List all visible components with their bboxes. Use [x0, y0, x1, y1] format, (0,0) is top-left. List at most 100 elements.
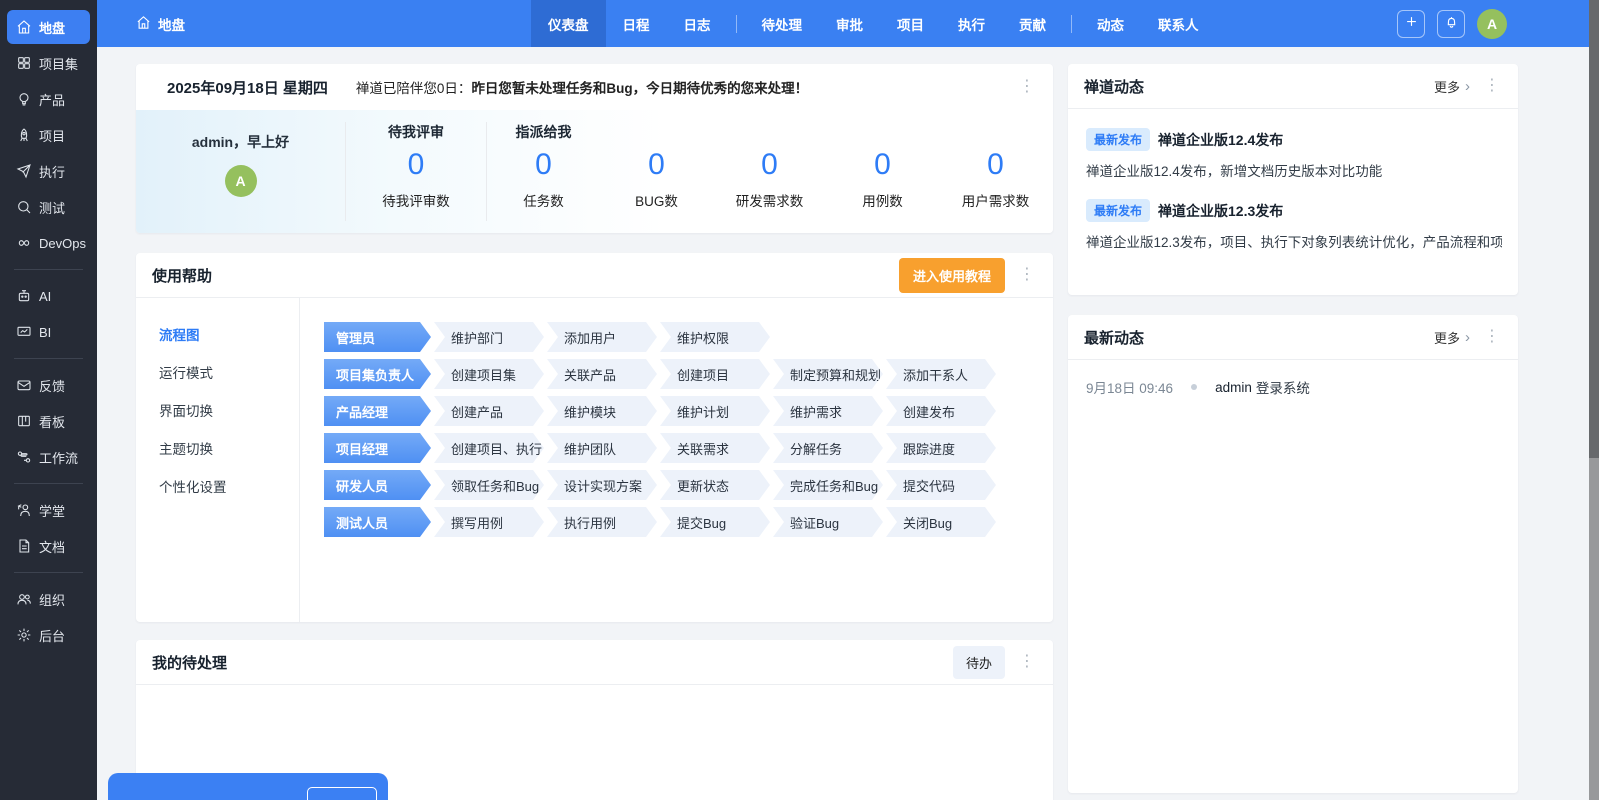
- nav-tab-执行[interactable]: 执行: [941, 0, 1002, 47]
- news-item-title[interactable]: 禅道企业版12.3发布: [1158, 203, 1283, 219]
- nav-tab-审批[interactable]: 审批: [819, 0, 880, 47]
- stat-label: 研发需求数: [713, 190, 826, 210]
- stat-value[interactable]: 0: [487, 148, 600, 182]
- sidebar-item-项目集[interactable]: 项目集: [7, 46, 90, 80]
- help-tab-界面切换[interactable]: 界面切换: [159, 400, 299, 420]
- sidebar-item-后台[interactable]: 后台: [7, 618, 90, 652]
- workflow-step[interactable]: 创建产品: [434, 396, 544, 426]
- role-arrow-研发人员: 研发人员: [324, 470, 431, 500]
- scrollbar-thumb[interactable]: [1589, 0, 1599, 458]
- workflow-step[interactable]: 制定预算和规划: [773, 359, 883, 389]
- add-button[interactable]: [1397, 10, 1425, 38]
- search-icon: [16, 199, 32, 215]
- sidebar-item-反馈[interactable]: 反馈: [7, 368, 90, 402]
- workflow-step[interactable]: 关联需求: [660, 433, 770, 463]
- welcome-menu-button[interactable]: ⋮: [1017, 79, 1037, 95]
- sidebar-item-label: 地盘: [39, 18, 65, 37]
- sidebar-item-DevOps[interactable]: DevOps: [7, 226, 90, 260]
- workflow-step[interactable]: 维护需求: [773, 396, 883, 426]
- workflow-step[interactable]: 维护权限: [660, 322, 770, 352]
- sidebar-item-label: 看板: [39, 412, 65, 431]
- workflow-step[interactable]: 维护模块: [547, 396, 657, 426]
- sidebar-item-文档[interactable]: 文档: [7, 529, 90, 563]
- sidebar-item-执行[interactable]: 执行: [7, 154, 90, 188]
- stat-value[interactable]: 0: [600, 148, 713, 182]
- toast-action-button[interactable]: [307, 787, 377, 800]
- navbar-brand[interactable]: 地盘: [136, 14, 185, 34]
- nav-tab-仪表盘[interactable]: 仪表盘: [531, 0, 606, 47]
- sidebar-item-看板[interactable]: 看板: [7, 404, 90, 438]
- workflow-step[interactable]: 添加用户: [547, 322, 657, 352]
- sidebar-item-产品[interactable]: 产品: [7, 82, 90, 116]
- workflow-step[interactable]: 验证Bug: [773, 507, 883, 537]
- workflow-step[interactable]: 提交代码: [886, 470, 996, 500]
- workflow-step[interactable]: 创建项目集: [434, 359, 544, 389]
- workflow-step[interactable]: 维护团队: [547, 433, 657, 463]
- help-tab-运行模式[interactable]: 运行模式: [159, 362, 299, 382]
- help-tab-个性化设置[interactable]: 个性化设置: [159, 476, 299, 496]
- activity-dot-icon: [1191, 384, 1197, 390]
- stat-value[interactable]: 0: [939, 148, 1052, 182]
- nav-tab-联系人[interactable]: 联系人: [1141, 0, 1216, 47]
- workflow-step[interactable]: 设计实现方案: [547, 470, 657, 500]
- workflow-step[interactable]: 领取任务和Bug: [434, 470, 544, 500]
- tutorial-button[interactable]: 进入使用教程: [899, 258, 1005, 293]
- workflow-step[interactable]: 关联产品: [547, 359, 657, 389]
- workflow-step[interactable]: 创建项目: [660, 359, 770, 389]
- role-arrow-管理员: 管理员: [324, 322, 431, 352]
- sidebar-item-项目[interactable]: 项目: [7, 118, 90, 152]
- help-tab-流程图[interactable]: 流程图: [159, 324, 299, 344]
- zentao-news-more-link[interactable]: 更多 ›: [1434, 77, 1470, 96]
- workflow-step[interactable]: 完成任务和Bug: [773, 470, 883, 500]
- sidebar-item-地盘[interactable]: 地盘: [7, 10, 90, 44]
- sidebar-item-工作流[interactable]: 工作流: [7, 440, 90, 474]
- workflow-step[interactable]: 分解任务: [773, 433, 883, 463]
- sidebar-item-测试[interactable]: 测试: [7, 190, 90, 224]
- todo-filter-button[interactable]: 待办: [953, 646, 1005, 679]
- nav-tab-待处理[interactable]: 待处理: [745, 0, 820, 47]
- stat-value[interactable]: 0: [826, 148, 939, 182]
- sidebar-item-AI[interactable]: AI: [7, 279, 90, 313]
- news-item-title[interactable]: 禅道企业版12.4发布: [1158, 132, 1283, 148]
- workflow-step[interactable]: 关闭Bug: [886, 507, 996, 537]
- help-tab-主题切换[interactable]: 主题切换: [159, 438, 299, 458]
- workflow-step[interactable]: 创建发布: [886, 396, 996, 426]
- workflow-step[interactable]: 提交Bug: [660, 507, 770, 537]
- activity-time: 9月18日 09:46: [1086, 377, 1173, 397]
- workflow-step[interactable]: 跟踪进度: [886, 433, 996, 463]
- todo-menu-button[interactable]: ⋮: [1017, 654, 1037, 670]
- today-date: 2025年09月18日 星期四: [167, 77, 328, 98]
- page-scrollbar[interactable]: [1589, 0, 1599, 800]
- workflow-icon: [16, 449, 32, 465]
- help-menu-button[interactable]: ⋮: [1017, 267, 1037, 283]
- workflow-step[interactable]: 更新状态: [660, 470, 770, 500]
- sidebar-item-label: 项目集: [39, 54, 78, 73]
- nav-tab-动态[interactable]: 动态: [1080, 0, 1141, 47]
- home-icon: [136, 15, 151, 33]
- nav-tab-日程[interactable]: 日程: [606, 0, 667, 47]
- workflow-step[interactable]: 添加干系人: [886, 359, 996, 389]
- workflow-step[interactable]: 维护计划: [660, 396, 770, 426]
- zentao-news-menu-button[interactable]: ⋮: [1482, 78, 1502, 94]
- notifications-button[interactable]: [1437, 10, 1465, 38]
- sidebar-item-组织[interactable]: 组织: [7, 582, 90, 616]
- nav-tab-贡献[interactable]: 贡献: [1002, 0, 1063, 47]
- stat-item-任务数: 0任务数: [487, 148, 600, 210]
- workflow-step[interactable]: 创建项目、执行: [434, 433, 544, 463]
- news-item-description: 禅道企业版12.4发布，新增文档历史版本对比功能: [1086, 160, 1502, 180]
- sidebar-item-BI[interactable]: BI: [7, 315, 90, 349]
- user-avatar[interactable]: A: [1477, 9, 1507, 39]
- stat-value[interactable]: 0: [713, 148, 826, 182]
- home-icon: [16, 19, 32, 35]
- workflow-step[interactable]: 撰写用例: [434, 507, 544, 537]
- sidebar-item-学堂[interactable]: 学堂: [7, 493, 90, 527]
- workflow-step[interactable]: 执行用例: [547, 507, 657, 537]
- nav-tab-项目[interactable]: 项目: [880, 0, 941, 47]
- workflow-step[interactable]: 维护部门: [434, 322, 544, 352]
- stat-value[interactable]: 0: [346, 148, 486, 182]
- latest-news-menu-button[interactable]: ⋮: [1482, 329, 1502, 345]
- nav-tab-日志[interactable]: 日志: [667, 0, 728, 47]
- role-arrow-测试人员: 测试人员: [324, 507, 431, 537]
- chevron-right-icon: ›: [1465, 329, 1470, 346]
- latest-news-more-link[interactable]: 更多 ›: [1434, 328, 1470, 347]
